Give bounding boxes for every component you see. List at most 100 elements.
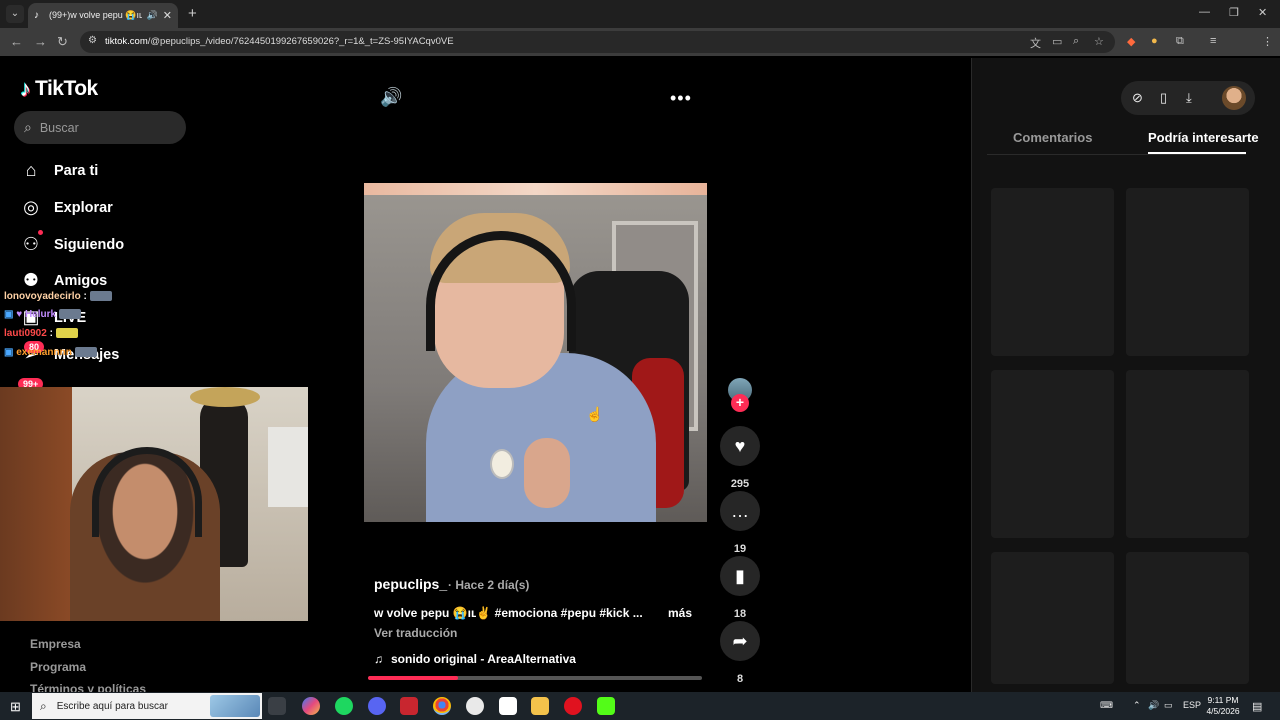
post-author[interactable]: pepuclips_ xyxy=(374,576,447,592)
opera-icon[interactable] xyxy=(564,697,582,715)
tiktok-favicon-icon: ♪ xyxy=(34,9,39,21)
tab-comentarios[interactable]: Comentarios xyxy=(1013,130,1092,145)
browser-tabstrip: ⌄ ♪ (99+)w volve pepu 😭ıʟ✌️ 🔊 ✕ + — ❐ ✕ xyxy=(0,0,1280,28)
save-button[interactable]: ▮ 18 xyxy=(720,556,760,620)
nav-para-ti[interactable]: ⌂ Para ti xyxy=(20,160,99,181)
home-icon: ⌂ xyxy=(25,160,37,180)
nav-siguiendo[interactable]: ⚇ Siguiendo xyxy=(20,234,124,255)
copilot-icon[interactable] xyxy=(302,697,320,715)
share-icon[interactable]: ➦ xyxy=(720,621,760,661)
like-button[interactable]: ♥ 295 xyxy=(720,426,760,490)
suggested-video-thumb[interactable] xyxy=(1126,370,1249,538)
chat-badge-icon: ▣ xyxy=(4,347,14,358)
keyboard-icon[interactable]: ⌨ xyxy=(1100,700,1113,711)
phone-icon[interactable]: ▯ xyxy=(1160,90,1167,106)
zoom-icon[interactable]: ⌕ xyxy=(1073,35,1079,48)
chat-message: lauti0902 : xyxy=(4,328,78,339)
volume-tray-icon[interactable]: 🔊 xyxy=(1148,700,1159,711)
tab-audio-icon[interactable]: 🔊 xyxy=(147,10,158,21)
task-view-icon[interactable] xyxy=(268,697,286,715)
obs-icon[interactable] xyxy=(466,697,484,715)
nav-amigos[interactable]: ⚉ Amigos xyxy=(20,270,107,291)
browser-menu-icon[interactable]: ⋮ xyxy=(1262,35,1273,48)
video-progress-bar[interactable] xyxy=(368,676,702,680)
footer-link[interactable]: Programa xyxy=(30,660,86,674)
bookmark-icon[interactable]: ▮ xyxy=(720,556,760,596)
new-tab-button[interactable]: + xyxy=(188,5,197,22)
translate-link[interactable]: Ver traducción xyxy=(374,626,457,640)
music-note-icon: ♫ xyxy=(374,652,383,666)
video-player[interactable] xyxy=(364,183,707,522)
tray-expand-icon[interactable]: ⌃ xyxy=(1133,700,1141,711)
heart-icon[interactable]: ♥ xyxy=(720,426,760,466)
media-controls-icon[interactable]: ≡ xyxy=(1210,35,1216,47)
friends-icon: ⚉ xyxy=(22,270,40,290)
cast-icon[interactable]: ▭ xyxy=(1052,35,1062,48)
back-icon[interactable]: ← xyxy=(10,34,23,49)
suggested-video-thumb[interactable] xyxy=(991,370,1114,538)
tab-podria-interesarte[interactable]: Podría interesarte xyxy=(1148,130,1259,145)
taskbar-search[interactable]: ⌕ Escribe aquí para buscar xyxy=(32,693,262,719)
suggested-video-thumb[interactable] xyxy=(1126,552,1249,684)
nav-label: Para ti xyxy=(54,162,99,179)
like-count: 295 xyxy=(730,478,750,490)
nav-explorar[interactable]: ◎ Explorar xyxy=(20,197,113,218)
search-input[interactable] xyxy=(39,120,160,135)
chrome-icon[interactable] xyxy=(433,697,451,715)
browser-toolbar: ← → ↻ ⚙ tiktok.com/@pepuclips_/video/762… xyxy=(0,28,1280,77)
discord-icon[interactable] xyxy=(368,697,386,715)
save-count: 18 xyxy=(733,608,747,620)
voicemod-icon[interactable] xyxy=(400,697,418,715)
system-clock[interactable]: 9:11 PM 4/5/2026 xyxy=(1203,695,1243,717)
post-caption: w volve pepu 😭ıʟ✌️ #emociona #pepu #kick… xyxy=(374,606,643,620)
suggested-video-thumb[interactable] xyxy=(991,188,1114,356)
share-button[interactable]: ➦ 8 xyxy=(720,621,760,685)
user-avatar[interactable] xyxy=(1222,86,1246,110)
download-icon[interactable]: ⤓ xyxy=(1186,90,1192,106)
extension-fox-icon[interactable]: ◆ xyxy=(1127,35,1135,48)
bookmark-star-icon[interactable]: ☆ xyxy=(1094,35,1104,48)
taskbar-search-text: Escribe aquí para buscar xyxy=(56,700,168,712)
file-explorer-icon[interactable] xyxy=(531,697,549,715)
nav-label: Amigos xyxy=(54,272,108,289)
kick-icon[interactable] xyxy=(597,697,615,715)
comment-button[interactable]: … 19 xyxy=(720,491,760,555)
minimize-icon[interactable]: — xyxy=(1199,6,1210,18)
address-bar[interactable]: ⚙ tiktok.com/@pepuclips_/video/762445019… xyxy=(80,31,1115,53)
coins-icon[interactable]: ⊘ xyxy=(1132,90,1143,106)
post-time: · Hace 2 día(s) xyxy=(448,578,530,592)
search-box[interactable]: ⌕ xyxy=(14,111,186,144)
caption-more-button[interactable]: más xyxy=(668,606,692,620)
restore-icon[interactable]: ❐ xyxy=(1229,6,1239,19)
language-indicator[interactable]: ESP xyxy=(1183,700,1201,710)
window-close-icon[interactable]: ✕ xyxy=(1258,6,1267,19)
music-title: sonido original - AreaAlternativa xyxy=(391,652,576,666)
more-options-icon[interactable]: ••• xyxy=(670,88,692,109)
extensions-puzzle-icon[interactable]: ⧉ xyxy=(1176,35,1184,48)
windows-start-icon[interactable]: ⊞ xyxy=(10,699,21,715)
volume-icon[interactable]: 🔊 xyxy=(380,87,402,108)
suggested-video-thumb[interactable] xyxy=(991,552,1114,684)
tab-close-icon[interactable]: ✕ xyxy=(163,9,172,22)
emote-icon xyxy=(89,291,112,302)
suggested-video-thumb[interactable] xyxy=(1126,188,1249,356)
translate-icon[interactable]: 文 xyxy=(1030,35,1041,51)
browser-tab-tiktok[interactable]: ♪ (99+)w volve pepu 😭ıʟ✌️ 🔊 ✕ xyxy=(28,3,178,28)
comment-icon[interactable]: … xyxy=(720,491,760,531)
chat-message: ▣ ♥ Helurk xyxy=(4,309,81,320)
tiktok-logo[interactable]: ♪ TikTok xyxy=(20,76,98,102)
reload-icon[interactable]: ↻ xyxy=(57,34,68,50)
webcam-window xyxy=(268,427,308,507)
capcut-icon[interactable] xyxy=(499,697,517,715)
tab-search-button[interactable]: ⌄ xyxy=(6,5,24,23)
extension-color-icon[interactable]: ● xyxy=(1151,35,1158,47)
footer-link[interactable]: Empresa xyxy=(30,637,81,651)
site-info-icon[interactable]: ⚙ xyxy=(88,35,97,46)
notifications-icon[interactable]: ▤ xyxy=(1252,700,1262,713)
spotify-icon[interactable] xyxy=(335,697,353,715)
share-count: 8 xyxy=(736,673,744,685)
follow-plus-icon[interactable]: + xyxy=(731,394,749,412)
forward-icon[interactable]: → xyxy=(34,34,47,49)
network-icon[interactable]: ▭ xyxy=(1164,700,1173,711)
music-link[interactable]: ♫ sonido original - AreaAlternativa xyxy=(374,652,576,666)
